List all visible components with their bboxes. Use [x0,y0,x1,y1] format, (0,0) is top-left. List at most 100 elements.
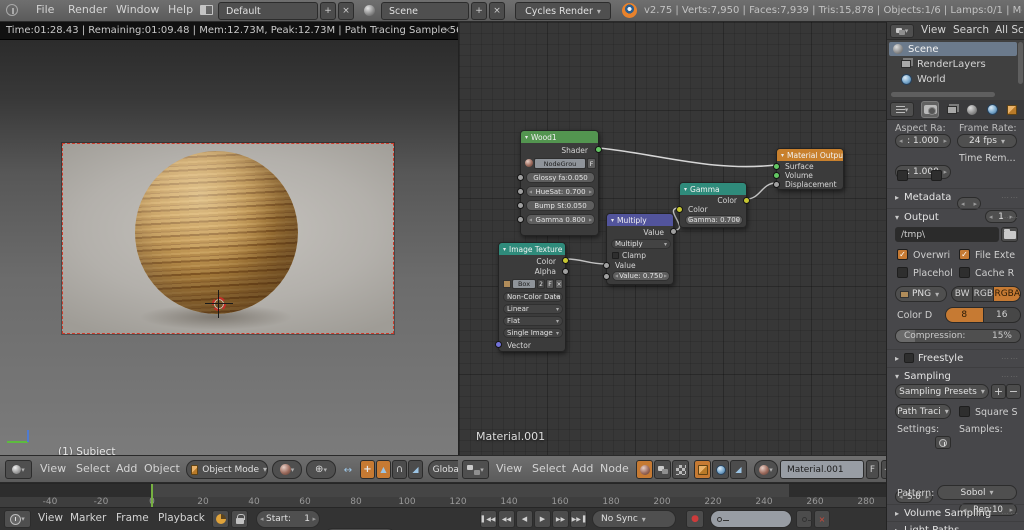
screen-layout-field[interactable]: Default [218,2,318,20]
material-browse-button[interactable] [754,460,778,479]
material-fake-user-button[interactable]: F [866,460,879,479]
vp-menu-add[interactable]: Add [116,462,137,475]
play-reverse-button[interactable]: ◀ [516,510,533,528]
node-gamma-header[interactable]: Gamma [680,183,746,195]
clamp-checkbox[interactable] [612,252,619,259]
output-displacement-socket[interactable] [773,181,780,188]
tl-menu-marker[interactable]: Marker [70,512,106,524]
ne-menu-view[interactable]: View [496,462,522,475]
node-output-header[interactable]: Material Output [777,149,843,161]
tab-render-layers[interactable] [943,101,961,118]
sync-mode-select[interactable]: No Sync [592,510,676,528]
render-engine-select[interactable]: Cycles Render [515,2,611,20]
freestyle-checkbox[interactable] [904,353,915,363]
image-color-output-socket[interactable] [562,257,569,264]
color-mode-rgba[interactable]: RGBA [993,286,1021,302]
seed-animate-button[interactable] [935,436,951,449]
rotate-manipulator[interactable] [392,460,407,479]
gamma-value-slider[interactable]: Gamma: 0.700 [685,215,743,225]
screen-layout-icon[interactable] [200,5,213,18]
depth-16[interactable]: 16 [982,307,1021,323]
translate-manipulator[interactable] [376,460,391,479]
insert-keyframe-button[interactable] [796,510,814,528]
ne-menu-select[interactable]: Select [532,462,566,475]
panel-output[interactable]: Output⋯⋯ [887,208,1024,223]
wood-input-socket[interactable] [517,174,524,181]
scene-field[interactable]: Scene [381,2,469,20]
tab-scene[interactable] [963,101,981,118]
frame-start-field[interactable]: Start:1 [256,510,320,528]
pivot-point-select[interactable] [306,460,336,479]
add-layout-button[interactable]: + [320,2,336,20]
lock-range-button[interactable] [231,510,248,528]
delete-scene-button[interactable]: × [489,2,505,20]
material-name-field[interactable]: Material.001 [780,460,864,479]
outliner-item-renderlayers[interactable]: RenderLayers [901,57,1017,71]
panel-light-paths[interactable]: Light Paths⋯⋯ [887,521,1024,530]
remove-preset-button[interactable]: − [1006,384,1021,399]
compositing-nodes-toggle[interactable] [654,460,671,479]
menu-window[interactable]: Window [116,3,159,16]
color-mode-bw[interactable]: BW [951,286,974,302]
wood-slider-glossy[interactable]: Glossy fa:0.050 [526,172,595,183]
ol-menu-view[interactable]: View [921,24,946,36]
math-value-output-socket[interactable] [670,228,677,235]
math-value1-input-socket[interactable] [603,262,610,269]
image-interpolation-select[interactable]: Linear [503,304,563,314]
vp-menu-object[interactable]: Object [144,462,180,475]
wood-input-socket[interactable] [517,216,524,223]
border-checkbox[interactable] [897,170,908,181]
previous-keyframe-button[interactable]: ◀◀ [498,510,515,528]
image-users-count[interactable]: 2 [537,279,545,289]
ne-menu-add[interactable]: Add [572,462,593,475]
pattern-select[interactable]: Sobol [937,485,1017,500]
editor-type-outliner-button[interactable] [890,24,914,38]
node-math-header[interactable]: Multiply [607,214,673,226]
node-wood-header[interactable]: Wood1 [521,131,598,143]
node-editor-canvas[interactable]: Wood1 Shader NodeGrou F Glossy fa:0.050 … [458,22,886,455]
image-alpha-output-socket[interactable] [562,268,569,275]
wood-slider-bump[interactable]: Bump St:0.050 [526,200,595,211]
tl-menu-playback[interactable]: Playback [158,512,205,524]
overwrite-checkbox[interactable] [897,249,908,260]
panel-volume-sampling[interactable]: Volume Sampling⋯⋯ [887,504,1024,519]
gamma-color-output-socket[interactable] [743,197,750,204]
image-name-field[interactable]: Box [512,279,536,289]
ol-display-mode[interactable]: All Sc [995,24,1024,36]
output-volume-socket[interactable] [773,172,780,179]
editor-type-properties-button[interactable] [890,102,914,117]
scale-manipulator[interactable] [408,460,423,479]
wood-slider-huesat[interactable]: HueSat: 0.700 [526,186,595,197]
wood-input-socket[interactable] [517,202,524,209]
math-operation-select[interactable]: Multiply [611,239,671,249]
wood-shader-output-socket[interactable] [595,146,602,153]
menu-file[interactable]: File [36,3,54,16]
panel-freestyle[interactable]: Freestyle⋯⋯ [887,349,1024,364]
aspect-x-field[interactable]: : 1.000 [895,134,951,148]
auto-keyframe-record-button[interactable]: ● [686,510,704,528]
manipulator-toggle[interactable] [360,460,375,479]
editor-type-3dview-button[interactable] [5,460,32,479]
delete-keyframe-button[interactable]: × [814,510,830,528]
node-image-texture[interactable]: Image Texture Color Alpha Box 2 F × Non-… [495,242,569,352]
ol-menu-search[interactable]: Search [953,24,989,36]
cache-result-checkbox[interactable] [959,267,970,278]
compression-slider[interactable]: Compression: 15% [895,329,1021,343]
vp-menu-select[interactable]: Select [76,462,110,475]
ne-menu-node[interactable]: Node [600,462,629,475]
menu-render[interactable]: Render [68,3,107,16]
editor-type-node-button[interactable] [462,460,489,479]
image-unlink-button[interactable]: × [555,279,563,289]
group-name-field[interactable]: NodeGrou [534,158,586,169]
outliner-item-world[interactable]: World [901,72,1017,86]
scene-icon[interactable] [364,5,375,19]
snap-toggle[interactable] [340,462,356,478]
square-samples-checkbox[interactable] [959,406,970,417]
blender-info-menu-icon[interactable] [6,4,18,19]
tl-menu-frame[interactable]: Frame [116,512,149,524]
image-projection-select[interactable]: Flat [503,316,563,326]
node-math-multiply[interactable]: Multiply Value Multiply Clamp Value Valu… [603,213,677,285]
add-scene-button[interactable]: + [471,2,487,20]
cancel-render-button[interactable]: × [443,25,451,36]
timeline-ruler[interactable]: -40 -20 0 20 40 60 80 100 120 140 160 18… [0,483,886,508]
